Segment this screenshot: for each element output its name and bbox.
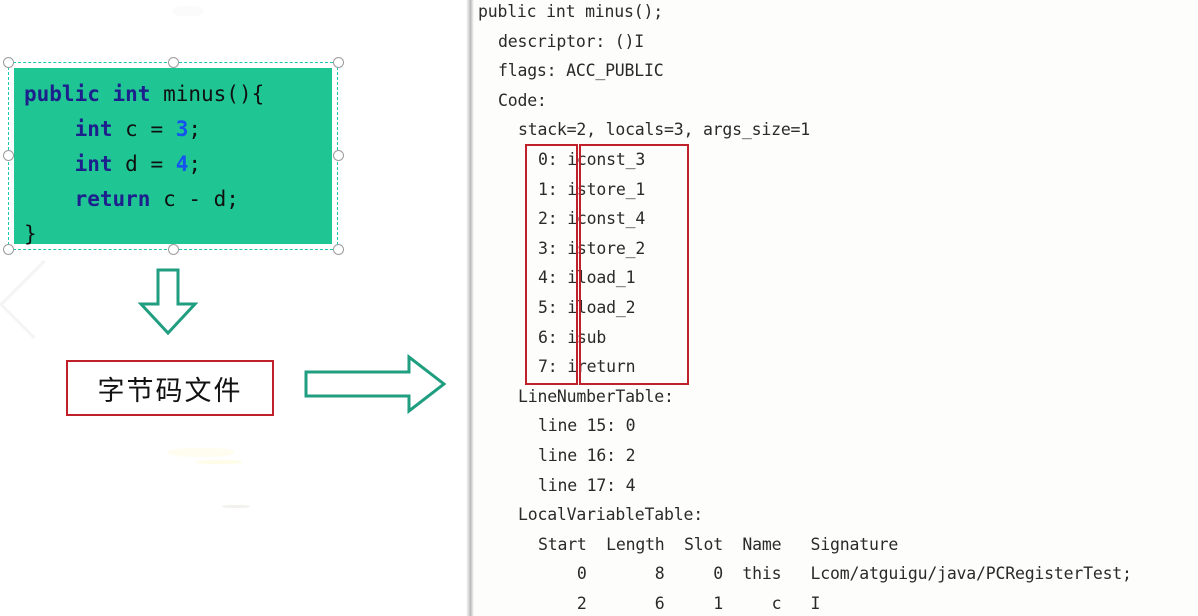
javap-line: public int minus(); [478,2,663,21]
javap-line: line 16: 2 [538,446,636,465]
resize-handle-top-right[interactable] [333,57,344,68]
chevron-left-icon [0,259,79,340]
resize-handle-bottom-right[interactable] [333,244,344,255]
javap-line: stack=2, locals=3, args_size=1 [518,120,811,140]
panel-divider [466,0,474,616]
javap-line: Start Length Slot Name Signature [538,534,899,554]
down-arrow-icon [138,268,198,336]
resize-handle-middle-left[interactable] [3,150,14,161]
code-line: public int minus(){ [24,82,265,106]
right-arrow-icon [304,354,447,414]
watermark-artifact [172,6,204,16]
code-line: return c - d; [74,187,239,211]
java-source-box[interactable]: public int minus(){ int c = 3; int d = 4… [14,68,332,246]
javap-line: LineNumberTable: [518,386,674,406]
code-line: int d = 4; [74,152,202,176]
java-source-text: public int minus(){ int c = 3; int d = 4… [14,68,332,252]
source-code-panel: public int minus(){ int c = 3; int d = 4… [0,0,470,616]
resize-handle-bottom-left[interactable] [3,244,14,255]
highlight-box-bytecode-instructions [579,144,689,385]
javap-line: flags: ACC_PUBLIC [498,61,664,81]
javap-line: Code: [498,90,547,110]
bytecode-file-label: 字节码文件 [66,360,274,416]
resize-handle-top-center[interactable] [168,57,179,68]
screenshot-root: public int minus(){ int c = 3; int d = 4… [0,0,1198,616]
javap-line: LocalVariableTable: [518,505,703,525]
bytecode-file-label-text: 字节码文件 [97,375,243,407]
javap-line: line 17: 4 [538,475,636,495]
watermark-artifact [222,505,250,508]
watermark-artifact [196,460,242,464]
javap-output-panel: public int minus(); descriptor: ()I flags:… [474,0,1198,616]
javap-line: line 15: 0 [538,416,636,436]
selected-shape[interactable]: public int minus(){ int c = 3; int d = 4… [3,57,344,255]
highlight-box-bytecode-offsets [525,144,578,385]
javap-line: 2 6 1 c I [538,594,821,613]
javap-line: 0 8 0 this Lcom/atguigu/java/PCRegisterT… [538,564,1132,584]
code-line: int c = 3; [74,117,202,141]
resize-handle-bottom-center[interactable] [168,244,179,255]
javap-line: descriptor: ()I [498,31,645,51]
watermark-artifact [168,448,234,457]
resize-handle-middle-right[interactable] [333,150,344,161]
resize-handle-top-left[interactable] [3,57,14,68]
